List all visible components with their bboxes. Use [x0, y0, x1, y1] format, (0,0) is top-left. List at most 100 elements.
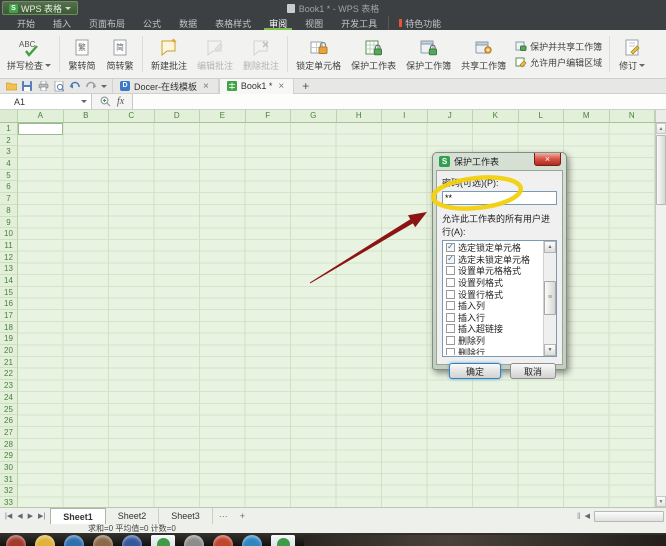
- ribbon-tab[interactable]: 公式: [134, 16, 170, 30]
- fx-icon[interactable]: fx: [117, 96, 124, 107]
- taskbar-app-icon[interactable]: [242, 535, 262, 546]
- checkbox-icon[interactable]: ✓: [446, 324, 455, 334]
- print-icon[interactable]: [37, 80, 49, 92]
- ribbon-tab[interactable]: 特色功能: [388, 16, 450, 30]
- row-header[interactable]: 8: [0, 204, 18, 217]
- add-sheet-button[interactable]: +: [234, 508, 251, 524]
- protect-sheet-button[interactable]: 保护工作表: [346, 32, 401, 76]
- simplified-to-traditional-button[interactable]: 简 简转繁: [101, 32, 139, 76]
- row-header[interactable]: 22: [0, 368, 18, 381]
- taskbar-app-icon[interactable]: [184, 535, 204, 546]
- taskbar-app-icon[interactable]: [213, 535, 233, 546]
- permission-option[interactable]: ✓ 插入行: [444, 312, 543, 324]
- ribbon-tab[interactable]: 数据: [170, 16, 206, 30]
- undo-icon[interactable]: [69, 80, 81, 92]
- row-header[interactable]: 4: [0, 158, 18, 170]
- ribbon-tab[interactable]: 开发工具: [332, 16, 386, 30]
- column-header[interactable]: H: [337, 110, 382, 122]
- row-header[interactable]: 1: [0, 123, 18, 135]
- permission-option[interactable]: ✓ 插入超链接: [444, 323, 543, 335]
- row-header[interactable]: 11: [0, 239, 18, 252]
- taskbar-app-icon[interactable]: [35, 535, 55, 546]
- sheet-tab[interactable]: Sheet2: [106, 508, 160, 524]
- select-all-corner[interactable]: [0, 110, 18, 122]
- close-button[interactable]: ×: [534, 153, 561, 166]
- ribbon-tab[interactable]: 审阅: [260, 16, 296, 30]
- document-tab-book1[interactable]: Book1 * ×: [218, 78, 295, 94]
- ribbon-tab[interactable]: 页面布局: [80, 16, 134, 30]
- lock-cell-button[interactable]: 锁定单元格: [291, 32, 346, 76]
- splitter-handle[interactable]: ‖: [577, 511, 581, 521]
- row-header[interactable]: 31: [0, 473, 18, 486]
- taskbar-app-icon[interactable]: [93, 535, 113, 546]
- column-header[interactable]: F: [246, 110, 291, 122]
- column-header[interactable]: M: [564, 110, 610, 122]
- vertical-scrollbar[interactable]: ▲ ▼: [655, 123, 666, 507]
- checkbox-icon[interactable]: ✓: [446, 254, 455, 264]
- column-header[interactable]: B: [64, 110, 109, 122]
- allow-user-edit-button[interactable]: 允许用户编辑区域: [515, 56, 602, 69]
- ribbon-tab[interactable]: 视图: [296, 16, 332, 30]
- new-tab-button[interactable]: +: [294, 79, 317, 93]
- new-comment-button[interactable]: 新建批注: [146, 32, 192, 76]
- row-header[interactable]: 32: [0, 485, 18, 497]
- edit-comment-button[interactable]: 编辑批注: [192, 32, 238, 76]
- checkbox-icon[interactable]: ✓: [446, 289, 455, 299]
- open-folder-icon[interactable]: [5, 80, 17, 92]
- row-header[interactable]: 27: [0, 426, 18, 439]
- taskbar-app-icon[interactable]: [151, 535, 175, 546]
- permission-option[interactable]: ✓ 插入列: [444, 300, 543, 312]
- sheet-list-button[interactable]: ···: [213, 508, 234, 524]
- taskbar-app-icon[interactable]: [122, 535, 142, 546]
- sheet-nav-arrow-icon[interactable]: ▶|: [36, 512, 47, 520]
- row-header[interactable]: 12: [0, 251, 18, 264]
- selected-cell-a1[interactable]: [18, 123, 63, 135]
- checkbox-icon[interactable]: ✓: [446, 278, 455, 288]
- print-preview-icon[interactable]: [53, 80, 65, 92]
- formula-input[interactable]: [133, 94, 666, 109]
- close-icon[interactable]: ×: [276, 81, 286, 92]
- chevron-down-icon[interactable]: [101, 84, 107, 88]
- traditional-to-simplified-button[interactable]: 繁 繁转简: [63, 32, 101, 76]
- redo-icon[interactable]: [85, 80, 97, 92]
- scroll-up-icon[interactable]: ▲: [544, 241, 556, 253]
- permission-option[interactable]: ✓ 删除列: [444, 335, 543, 347]
- ribbon-tab[interactable]: 开始: [8, 16, 44, 30]
- scroll-left-icon[interactable]: ◀: [583, 512, 592, 520]
- sheet-nav-arrow-icon[interactable]: ◀: [15, 512, 24, 520]
- row-header[interactable]: 29: [0, 450, 18, 462]
- row-header[interactable]: 33: [0, 497, 18, 507]
- column-header[interactable]: D: [155, 110, 200, 122]
- checkbox-icon[interactable]: ✓: [446, 266, 455, 276]
- permission-option[interactable]: ✓ 选定未锁定单元格: [444, 254, 543, 266]
- checkbox-icon[interactable]: ✓: [446, 347, 455, 355]
- row-header[interactable]: 26: [0, 415, 18, 427]
- sheet-tab[interactable]: Sheet3: [159, 508, 213, 524]
- protect-share-workbook-button[interactable]: 保护并共享工作簿: [515, 40, 602, 53]
- row-header[interactable]: 17: [0, 310, 18, 322]
- row-header[interactable]: 16: [0, 298, 18, 310]
- row-header[interactable]: 5: [0, 169, 18, 182]
- row-header[interactable]: 21: [0, 356, 18, 369]
- taskbar-app-icon[interactable]: [64, 535, 84, 546]
- row-header[interactable]: 30: [0, 461, 18, 474]
- document-tab-docer[interactable]: D Docer-在线模板 ×: [112, 78, 219, 94]
- listbox-scroll-thumb[interactable]: ≡: [544, 281, 556, 315]
- taskbar-app-icon[interactable]: [271, 535, 295, 546]
- column-header[interactable]: I: [382, 110, 428, 122]
- spell-check-button[interactable]: ABC 拼写检查: [2, 32, 56, 76]
- row-header[interactable]: 24: [0, 391, 18, 404]
- share-workbook-button[interactable]: 共享工作簿: [456, 32, 511, 76]
- row-header[interactable]: 10: [0, 228, 18, 240]
- insert-function-icon[interactable]: [100, 96, 111, 107]
- permission-option[interactable]: ✓ 删除行: [444, 346, 543, 355]
- column-header[interactable]: G: [291, 110, 337, 122]
- checkbox-icon[interactable]: ✓: [446, 336, 455, 346]
- horizontal-scroll-thumb[interactable]: [594, 510, 664, 522]
- revision-button[interactable]: 修订: [613, 32, 651, 76]
- close-icon[interactable]: ×: [201, 81, 211, 92]
- permission-option[interactable]: ✓ 设置行格式: [444, 288, 543, 300]
- column-header[interactable]: N: [610, 110, 655, 122]
- sheet-nav-arrow-icon[interactable]: ▶: [26, 512, 35, 520]
- row-header[interactable]: 2: [0, 134, 18, 147]
